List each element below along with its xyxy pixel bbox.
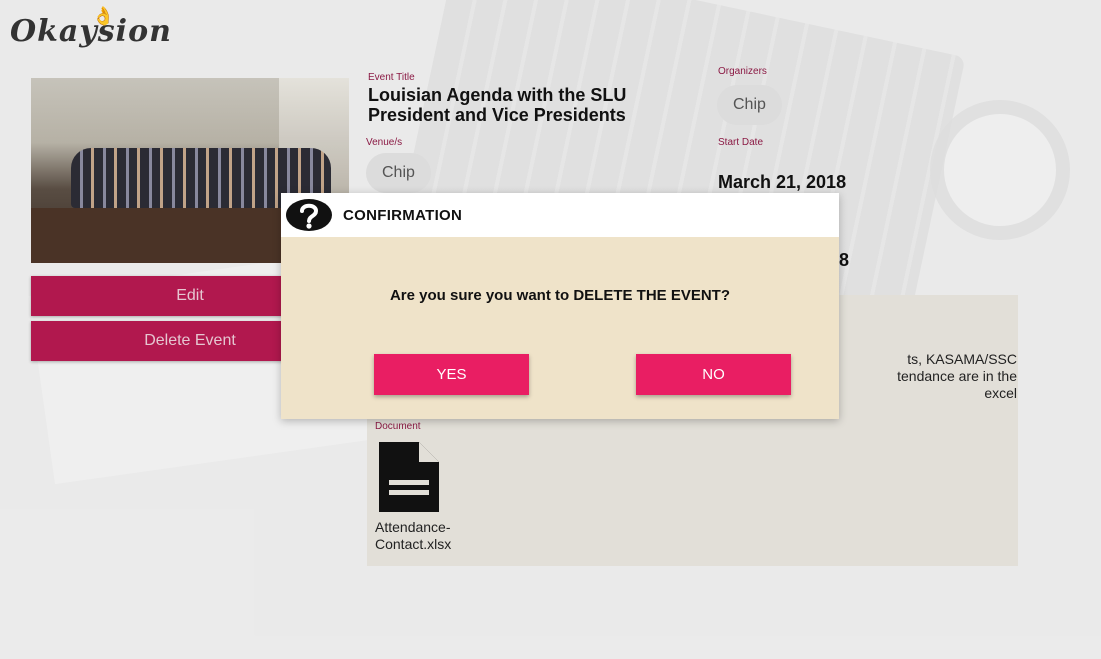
no-button[interactable]: NO xyxy=(636,354,791,395)
dialog-title: CONFIRMATION xyxy=(343,206,463,224)
dialog-header: CONFIRMATION xyxy=(281,193,839,237)
yes-button[interactable]: YES xyxy=(374,354,529,395)
dialog-message: Are you sure you want to DELETE THE EVEN… xyxy=(389,287,731,304)
confirmation-dialog: CONFIRMATION Are you sure you want to DE… xyxy=(281,193,839,419)
question-mark-icon xyxy=(286,199,332,231)
